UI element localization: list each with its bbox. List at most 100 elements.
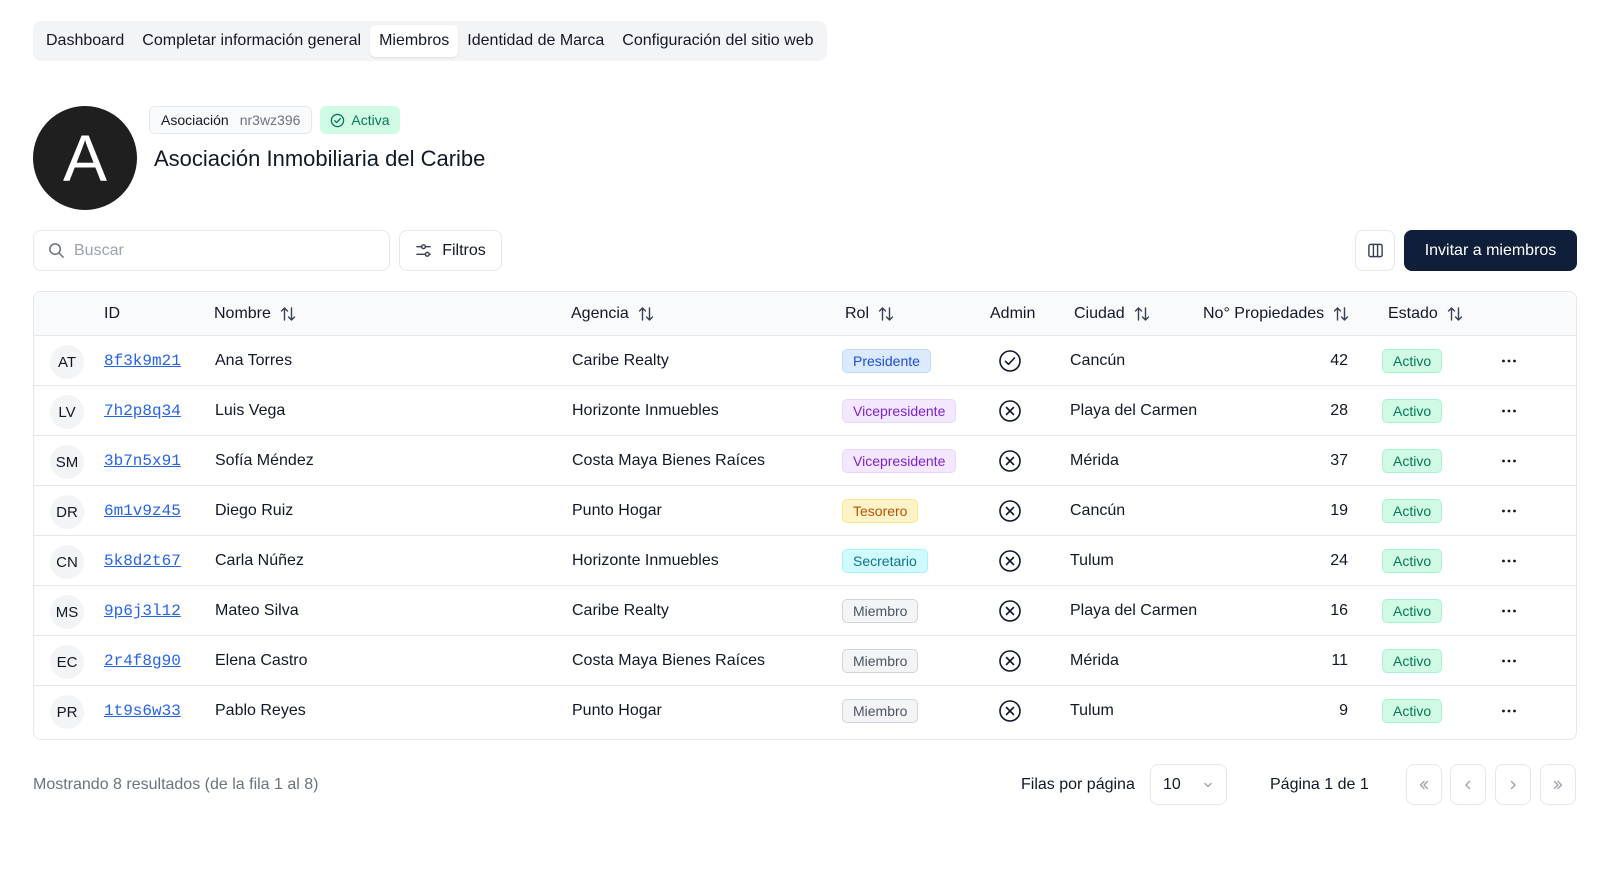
columns-toggle-button[interactable] xyxy=(1355,230,1395,271)
member-id-link[interactable]: 3b7n5x91 xyxy=(104,452,181,470)
table-row: SM 3b7n5x91 Sofía Méndez Costa Maya Bienes … xyxy=(34,436,1576,486)
member-avatar: AT xyxy=(50,345,84,379)
invite-members-button[interactable]: Invitar a miembros xyxy=(1404,230,1577,271)
header-propiedades[interactable]: No° Propiedades xyxy=(1203,292,1350,336)
tab-general-info[interactable]: Completar información general xyxy=(133,25,370,57)
header-estado[interactable]: Estado xyxy=(1388,292,1464,336)
member-id-link[interactable]: 9p6j3l12 xyxy=(104,602,181,620)
filters-label: Filtros xyxy=(442,241,486,259)
x-circle-icon xyxy=(999,700,1021,722)
role-badge: Miembro xyxy=(842,649,919,673)
previous-page-button[interactable] xyxy=(1450,764,1486,805)
more-horizontal-icon xyxy=(1502,709,1516,713)
member-id-link[interactable]: 8f3k9m21 xyxy=(104,352,181,370)
org-code: nr3wz396 xyxy=(239,112,301,128)
role-badge: Secretario xyxy=(842,549,928,573)
member-id-link[interactable]: 6m1v9z45 xyxy=(104,502,181,520)
member-role-cell: Miembro xyxy=(842,636,919,686)
member-properties-count: 37 xyxy=(1330,452,1348,469)
more-horizontal-icon xyxy=(1502,509,1516,513)
table-row: LV 7h2p8q34 Luis Vega Horizonte Inmuebles Vi… xyxy=(34,386,1576,436)
header-rol[interactable]: Rol xyxy=(845,292,895,336)
row-actions-button[interactable] xyxy=(1500,386,1518,436)
header-nombre[interactable]: Nombre xyxy=(214,292,297,336)
org-badges: Asociación nr3wz396 Activa xyxy=(149,106,400,134)
last-page-button[interactable] xyxy=(1540,764,1576,805)
member-avatar: DR xyxy=(50,495,84,529)
tab-members[interactable]: Miembros xyxy=(370,25,459,57)
member-avatar: LV xyxy=(50,395,84,429)
next-page-button[interactable] xyxy=(1495,764,1531,805)
admin-indicator xyxy=(998,536,1022,586)
first-page-button[interactable] xyxy=(1406,764,1442,805)
member-name: Elena Castro xyxy=(215,652,308,669)
admin-indicator xyxy=(998,336,1022,386)
member-id-cell: 3b7n5x91 xyxy=(104,436,181,486)
org-type-badge: Asociación nr3wz396 xyxy=(149,106,313,134)
row-actions-button[interactable] xyxy=(1500,436,1518,486)
more-horizontal-icon xyxy=(1502,559,1516,563)
chevron-left-icon xyxy=(1465,780,1471,789)
member-id-link[interactable]: 2r4f8g90 xyxy=(104,652,181,670)
row-actions-button[interactable] xyxy=(1500,536,1518,586)
member-id-cell: 7h2p8q34 xyxy=(104,386,181,436)
member-id-link[interactable]: 7h2p8q34 xyxy=(104,402,181,420)
x-circle-icon xyxy=(999,600,1021,622)
member-role-cell: Secretario xyxy=(842,536,928,586)
member-properties-count: 24 xyxy=(1330,552,1348,569)
member-city: Tulum xyxy=(1070,702,1114,719)
header-agencia[interactable]: Agencia xyxy=(571,292,655,336)
org-type-label: Asociación xyxy=(161,112,229,128)
tab-dashboard[interactable]: Dashboard xyxy=(37,25,133,57)
columns-icon xyxy=(1367,243,1383,258)
role-badge: Presidente xyxy=(842,349,931,373)
search-input[interactable] xyxy=(74,241,364,260)
member-properties-count: 11 xyxy=(1331,652,1348,669)
member-name: Sofía Méndez xyxy=(215,452,314,469)
rows-per-page-select[interactable]: 10 xyxy=(1150,764,1227,805)
member-city: Tulum xyxy=(1070,552,1114,569)
header-ciudad[interactable]: Ciudad xyxy=(1074,292,1151,336)
member-agency: Horizonte Inmuebles xyxy=(572,402,719,419)
status-badge: Activo xyxy=(1382,349,1443,373)
member-properties-count: 16 xyxy=(1330,602,1348,619)
row-actions-button[interactable] xyxy=(1500,486,1518,536)
tab-brand-identity[interactable]: Identidad de Marca xyxy=(458,25,613,57)
status-badge: Activo xyxy=(1382,699,1443,723)
member-city: Playa del Carmen xyxy=(1070,602,1198,619)
more-horizontal-icon xyxy=(1502,359,1516,363)
more-horizontal-icon xyxy=(1502,659,1516,663)
member-id-cell: 8f3k9m21 xyxy=(104,336,181,386)
org-status-badge: Activa xyxy=(320,106,400,134)
role-badge: Tesorero xyxy=(842,499,919,523)
row-actions-button[interactable] xyxy=(1500,336,1518,386)
member-status-cell: Activo xyxy=(1382,536,1443,586)
sort-icon xyxy=(1134,307,1149,321)
x-circle-icon xyxy=(999,450,1021,472)
row-actions-button[interactable] xyxy=(1500,586,1518,636)
role-badge: Miembro xyxy=(842,599,919,623)
search-box xyxy=(33,230,390,271)
member-status-cell: Activo xyxy=(1382,486,1443,536)
filters-button[interactable]: Filtros xyxy=(399,230,502,271)
row-actions-button[interactable] xyxy=(1500,686,1518,736)
member-name: Luis Vega xyxy=(215,402,286,419)
result-count: Mostrando 8 resultados (de la fila 1 al … xyxy=(33,776,319,793)
member-name: Carla Núñez xyxy=(215,552,304,569)
org-status-label: Activa xyxy=(351,112,390,128)
tab-website-settings[interactable]: Configuración del sitio web xyxy=(613,25,822,57)
member-properties-count: 28 xyxy=(1330,402,1348,419)
member-name: Diego Ruiz xyxy=(215,502,294,519)
admin-indicator xyxy=(998,486,1022,536)
sort-icon xyxy=(1333,307,1349,321)
member-city: Cancún xyxy=(1070,502,1126,519)
member-id-link[interactable]: 5k8d2t67 xyxy=(104,552,181,570)
sort-icon xyxy=(280,307,296,321)
member-city: Mérida xyxy=(1070,452,1119,469)
member-agency: Punto Hogar xyxy=(572,502,662,519)
table-header: ID Nombre Agencia Rol Admin Ciudad No° P… xyxy=(34,292,1576,336)
more-horizontal-icon xyxy=(1502,409,1516,413)
member-id-link[interactable]: 1t9s6w33 xyxy=(104,702,181,720)
row-actions-button[interactable] xyxy=(1500,636,1518,686)
member-agency: Costa Maya Bienes Raíces xyxy=(572,452,765,469)
